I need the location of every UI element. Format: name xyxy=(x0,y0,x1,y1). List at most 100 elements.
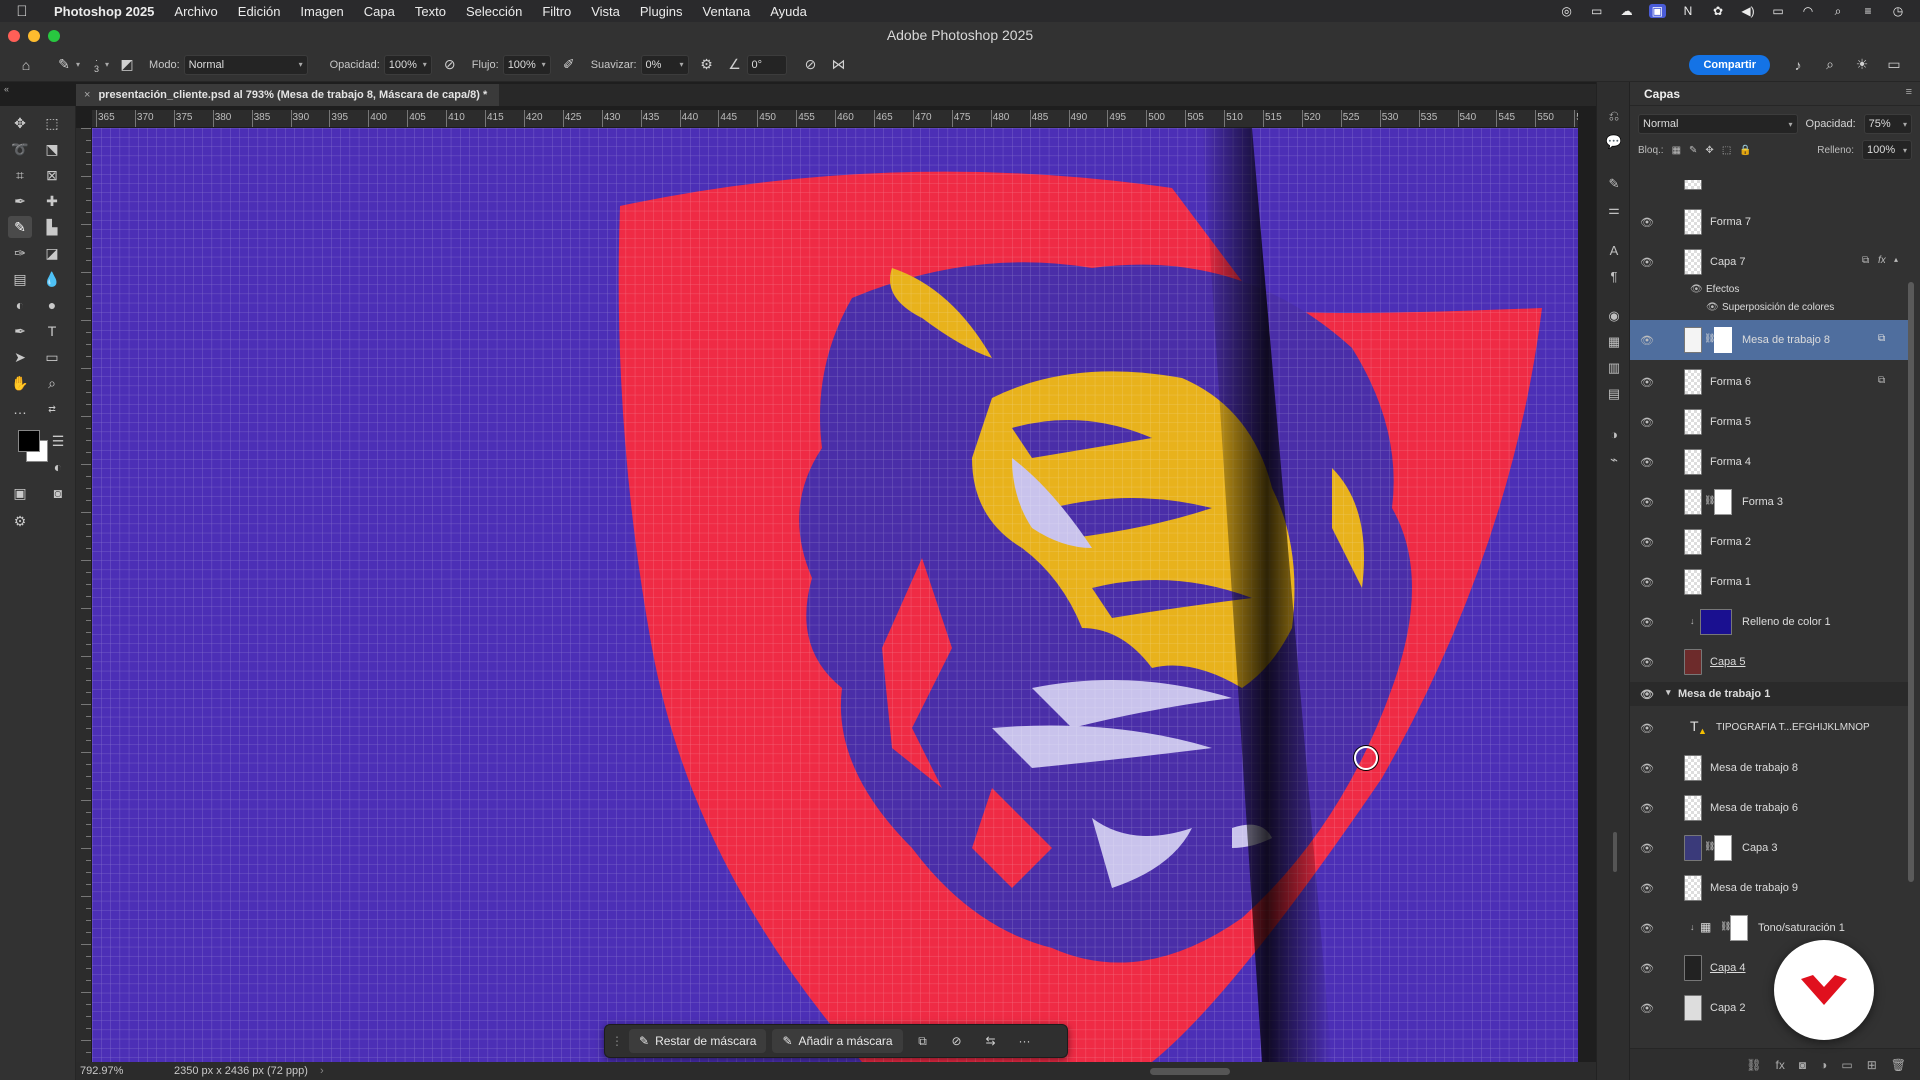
layer-row[interactable]: 👁 Forma 7 xyxy=(1630,202,1910,242)
paragraph-icon[interactable]: ¶ xyxy=(1603,266,1625,286)
vertical-ruler[interactable] xyxy=(76,128,92,1062)
crop-tool-icon[interactable]: ⌗ xyxy=(8,164,32,186)
collapse-toolbar-icon[interactable]: « xyxy=(4,84,9,94)
chevron-right-icon[interactable]: › xyxy=(320,1065,324,1077)
layer-row[interactable]: 👁 Forma 5 xyxy=(1630,402,1910,442)
eye-icon[interactable]: 👁 xyxy=(1640,416,1654,429)
comments-icon[interactable]: 💬 xyxy=(1603,132,1625,152)
home-icon[interactable]: ⌂ xyxy=(14,53,38,77)
chevron-down-icon[interactable]: ▾ xyxy=(76,60,80,69)
layer-row[interactable]: 👁 Capa 7 ⧉ fx ▴ xyxy=(1630,242,1910,282)
eye-icon[interactable]: 👁 xyxy=(1640,922,1654,935)
eye-icon[interactable]: 👁 xyxy=(1640,456,1654,469)
gradients-icon[interactable]: ▥ xyxy=(1603,358,1625,378)
symmetry-icon[interactable]: ⋈ xyxy=(827,53,851,77)
brush-settings-icon[interactable]: ◩ xyxy=(115,53,139,77)
marquee-tool-icon[interactable]: ⬚ xyxy=(40,112,64,134)
menu-seleccion[interactable]: Selección xyxy=(456,4,532,19)
quick-mask-icon[interactable]: ◙ xyxy=(46,482,70,504)
layer-row-selected[interactable]: 👁 ⛓ Mesa de trabajo 8 ⧉ xyxy=(1630,320,1910,360)
drag-handle-icon[interactable]: ⋮ xyxy=(611,1034,623,1048)
opacity-field[interactable]: 100% ▾ xyxy=(383,54,432,75)
creative-cloud-icon[interactable]: ◎ xyxy=(1559,4,1575,18)
history-icon[interactable]: ⎌ xyxy=(1603,106,1625,126)
smooth-field[interactable]: 0% ▾ xyxy=(640,54,689,75)
eye-icon[interactable]: 👁 xyxy=(1640,688,1654,701)
eye-icon[interactable]: 👁 xyxy=(1640,216,1654,229)
airbrush-icon[interactable]: ✐ xyxy=(557,53,581,77)
search-icon[interactable]: ⌕ xyxy=(1818,53,1842,77)
history-brush-tool-icon[interactable]: ✑ xyxy=(8,242,32,264)
adjustments-strip-icon[interactable]: ◑ xyxy=(1603,424,1625,444)
menu-ventana[interactable]: Ventana xyxy=(693,4,761,19)
eye-icon[interactable]: 👁 xyxy=(1640,722,1654,735)
battery-icon[interactable]: ▭ xyxy=(1770,4,1786,18)
lock-all-icon[interactable]: 🔒 xyxy=(1739,145,1751,156)
layer-row[interactable]: 👁 ↓ ▦ ⛓ Tono/saturación 1 xyxy=(1630,908,1910,948)
disable-mask-icon[interactable]: ⊘ xyxy=(943,1029,971,1053)
invert-mask-icon[interactable]: ⇆ xyxy=(977,1029,1005,1053)
menu-texto[interactable]: Texto xyxy=(405,4,456,19)
hand-tool-icon[interactable]: ✋ xyxy=(8,372,32,394)
menu-imagen[interactable]: Imagen xyxy=(290,4,353,19)
fill-field[interactable]: 100% ▾ xyxy=(1862,140,1912,160)
fx-icon[interactable]: fx xyxy=(1776,1058,1785,1072)
workspace-icon[interactable]: ▭ xyxy=(1882,53,1906,77)
link-layers-icon[interactable]: ⛓ xyxy=(1746,1058,1761,1072)
layer-row[interactable]: 👁 Forma 4 xyxy=(1630,442,1910,482)
effect-row[interactable]: 👁 Superposición de colores xyxy=(1630,300,1910,318)
brush-settings-strip-icon[interactable]: ⚌ xyxy=(1603,200,1625,220)
healing-brush-tool-icon[interactable]: ✚ xyxy=(40,190,64,212)
subtract-from-mask-button[interactable]: ✎ Restar de máscara xyxy=(629,1029,767,1053)
eye-icon[interactable]: 👁 xyxy=(1640,656,1654,669)
layer-row[interactable]: 👁 T ▲ TIPOGRAFIA T...EFGHIJKLMNOP xyxy=(1630,708,1910,748)
menu-plugins[interactable]: Plugins xyxy=(630,4,693,19)
eye-icon[interactable]: 👁 xyxy=(1706,302,1719,313)
close-tab-icon[interactable]: × xyxy=(84,89,90,101)
swatches-icon[interactable]: ▦ xyxy=(1603,332,1625,352)
layer-row[interactable]: 👁 Mesa de trabajo 8 xyxy=(1630,748,1910,788)
layer-row[interactable]: 👁 Forma 1 xyxy=(1630,562,1910,602)
clone-stamp-tool-icon[interactable]: ▙ xyxy=(40,216,64,238)
type-tool-icon[interactable]: T xyxy=(40,320,64,342)
panel-menu-icon[interactable]: ≡ xyxy=(1906,86,1912,98)
layer-row[interactable]: 👁 Capa 5 xyxy=(1630,642,1910,682)
new-group-icon[interactable]: ▭ xyxy=(1841,1058,1852,1072)
eye-icon[interactable]: 👁 xyxy=(1640,616,1654,629)
blend-mode-select[interactable]: Normal ▾ xyxy=(1638,114,1798,134)
color-icon[interactable]: ◉ xyxy=(1603,306,1625,326)
zoom-tool-icon[interactable]: ⌕ xyxy=(40,372,64,394)
horizontal-scrollbar[interactable] xyxy=(1150,1068,1230,1075)
menu-archivo[interactable]: Archivo xyxy=(164,4,227,19)
paths-icon[interactable]: ⌁ xyxy=(1603,450,1625,470)
document-tab[interactable]: × presentación_cliente.psd al 793% (Mesa … xyxy=(76,84,500,106)
brush-preset-icon[interactable]: ✎ xyxy=(52,53,76,77)
add-mask-icon[interactable]: ◙ xyxy=(1799,1058,1806,1072)
gradient-tool-icon[interactable]: ▤ xyxy=(8,268,32,290)
bell-icon[interactable]: ♪ xyxy=(1786,53,1810,77)
eye-icon[interactable]: 👁 xyxy=(1640,334,1654,347)
eye-icon[interactable]: 👁 xyxy=(1640,842,1654,855)
eye-icon[interactable]: 👁 xyxy=(1640,962,1654,975)
share-button[interactable]: Compartir xyxy=(1689,54,1770,75)
layer-mask-thumbnail[interactable] xyxy=(1714,327,1732,353)
canvas[interactable] xyxy=(92,128,1578,1062)
layer-row[interactable]: 👁 Mesa de trabajo 9 xyxy=(1630,868,1910,908)
add-to-mask-button[interactable]: ✎ Añadir a máscara xyxy=(772,1029,903,1053)
screen-share-icon[interactable]: ▣ xyxy=(1648,4,1666,18)
chevron-down-icon[interactable]: ▾ xyxy=(1666,687,1671,698)
new-layer-icon[interactable]: ⊞ xyxy=(1867,1058,1877,1072)
spotlight-icon[interactable]: ⌕ xyxy=(1830,4,1846,19)
discover-icon[interactable]: ☀ xyxy=(1850,53,1874,77)
move-tool-icon[interactable]: ✥ xyxy=(8,112,32,134)
menu-edicion[interactable]: Edición xyxy=(228,4,291,19)
group-row[interactable]: 👁 ▾ Mesa de trabajo 1 xyxy=(1630,682,1910,706)
angle-field[interactable]: 0° xyxy=(746,54,787,75)
layer-row[interactable]: 👁 ⛓ Capa 3 xyxy=(1630,828,1910,868)
eye-icon[interactable]: 👁 xyxy=(1640,882,1654,895)
notion-icon[interactable]: N xyxy=(1680,4,1696,18)
eye-icon[interactable]: 👁 xyxy=(1640,762,1654,775)
strip-scrollbar[interactable] xyxy=(1613,832,1617,872)
menu-app-name[interactable]: Photoshop 2025 xyxy=(44,4,164,19)
layers-panel-title[interactable]: Capas xyxy=(1630,82,1920,106)
